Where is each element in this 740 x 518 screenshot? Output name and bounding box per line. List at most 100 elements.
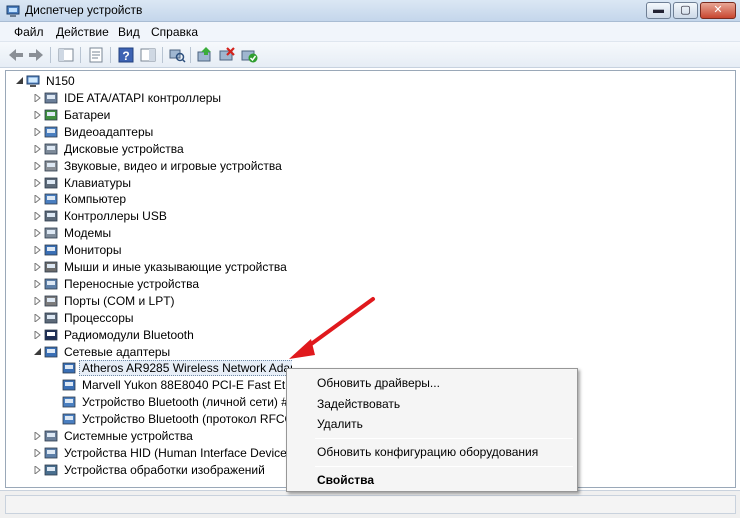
tree-category[interactable]: Компьютер [32, 191, 392, 207]
tree-category-label: Мыши и иные указывающие устройства [64, 260, 287, 274]
context-separator [315, 466, 573, 467]
sound-device-icon [44, 160, 58, 171]
update-driver-icon[interactable] [196, 46, 214, 64]
expand-arrow-icon[interactable] [34, 144, 41, 153]
collapse-arrow-icon[interactable] [34, 347, 41, 356]
bluetooth-icon [44, 329, 58, 340]
expand-arrow-icon[interactable] [34, 246, 41, 255]
context-properties[interactable]: Свойства [317, 473, 374, 487]
forward-arrow-icon[interactable] [27, 46, 45, 64]
menu-help[interactable]: Справка [151, 25, 198, 39]
network-adapter-item[interactable]: Atheros AR9285 Wireless Network Adapter [62, 360, 292, 377]
tree-category-label: Устройства HID (Human Interface Devices) [64, 445, 297, 460]
monitor-icon [44, 244, 58, 256]
status-cell [5, 495, 736, 514]
context-update-drivers[interactable]: Обновить драйверы... [317, 376, 440, 390]
toolbar-separator [162, 47, 163, 63]
expand-arrow-icon[interactable] [34, 127, 41, 136]
enable-device-icon[interactable] [240, 46, 258, 64]
tree-category[interactable]: Модемы [32, 225, 392, 241]
scan-hardware-icon[interactable] [168, 46, 186, 64]
tree-category-label: IDE ATA/ATAPI контроллеры [64, 91, 222, 105]
hid-icon [44, 447, 58, 459]
annotation-arrow-icon [289, 297, 375, 359]
help-icon[interactable]: ? [117, 46, 135, 64]
expand-arrow-icon[interactable] [34, 212, 41, 221]
processor-icon [44, 312, 58, 324]
tree-category[interactable]: Переносные устройства [32, 276, 392, 292]
tree-category[interactable]: Звуковые, видео и игровые устройства [32, 158, 392, 174]
tree-category-label: Клавиатуры [64, 175, 131, 190]
svg-text:?: ? [122, 49, 129, 63]
context-enable[interactable]: Задействовать [317, 397, 400, 411]
expand-arrow-icon[interactable] [34, 296, 41, 305]
tree-category-label: Мониторы [64, 243, 122, 258]
tree-category[interactable]: Дисковые устройства [32, 141, 392, 157]
collapse-arrow-icon[interactable] [16, 77, 23, 85]
expand-arrow-icon[interactable] [34, 448, 41, 457]
menu-bar: Файл Действие Вид Справка [0, 22, 740, 42]
close-button[interactable]: ✕ [700, 2, 736, 19]
display-adapter-icon [44, 126, 58, 138]
expand-arrow-icon[interactable] [34, 313, 41, 322]
tree-category-label: Процессоры [64, 310, 134, 325]
expand-arrow-icon[interactable] [34, 110, 41, 119]
tree-category[interactable]: Клавиатуры [32, 175, 392, 191]
tree-category[interactable]: Контроллеры USB [32, 208, 392, 224]
action-pane-icon[interactable] [139, 46, 157, 64]
toolbar-separator [110, 47, 111, 63]
mouse-icon [44, 261, 58, 273]
tree-category[interactable]: Мониторы [32, 242, 392, 258]
tree-category[interactable]: Батареи [32, 107, 392, 123]
disk-drive-icon [44, 143, 58, 155]
modem-icon [44, 227, 58, 239]
menu-view[interactable]: Вид [118, 25, 140, 39]
tree-root[interactable]: N150 [12, 73, 212, 89]
back-arrow-icon[interactable] [7, 46, 25, 64]
uninstall-device-icon[interactable] [218, 46, 236, 64]
tree-root-label: N150 [46, 74, 75, 88]
tree-category[interactable]: IDE ATA/ATAPI контроллеры [32, 90, 392, 106]
show-hide-console-icon[interactable] [57, 46, 75, 64]
context-scan-hardware[interactable]: Обновить конфигурацию оборудования [317, 445, 538, 459]
expand-arrow-icon[interactable] [34, 263, 41, 271]
portable-device-icon [44, 278, 58, 290]
port-icon [44, 295, 58, 307]
expand-arrow-icon[interactable] [34, 432, 41, 440]
toolbar: ? [0, 42, 740, 68]
computer-icon [44, 193, 58, 205]
context-uninstall[interactable]: Удалить [317, 417, 363, 431]
properties-icon[interactable] [87, 46, 105, 64]
network-adapter-item[interactable]: Устройство Bluetooth (протокол RFCOM [62, 411, 292, 427]
network-card-icon [62, 362, 76, 374]
context-separator [315, 438, 573, 439]
status-bar [0, 490, 740, 518]
tree-category-label: Компьютер [64, 192, 127, 207]
expand-arrow-icon[interactable] [34, 229, 41, 238]
expand-arrow-icon[interactable] [34, 330, 41, 339]
tree-category-label: Сетевые адаптеры [64, 344, 171, 359]
menu-action[interactable]: Действие [56, 25, 109, 39]
tree-category[interactable]: Видеоадаптеры [32, 124, 392, 140]
toolbar-separator [50, 47, 51, 63]
expand-arrow-icon[interactable] [34, 94, 41, 102]
expand-arrow-icon[interactable] [34, 178, 41, 187]
tree-category-label: Звуковые, видео и игровые устройства [64, 158, 282, 173]
expand-arrow-icon[interactable] [34, 195, 41, 204]
expand-arrow-icon[interactable] [34, 161, 41, 170]
network-card-icon [62, 379, 76, 391]
network-adapter-label: Устройство Bluetooth (личной сети) #4 [82, 395, 292, 410]
network-adapter-item[interactable]: Marvell Yukon 88E8040 PCI-E Fast Etherne [62, 377, 292, 393]
menu-file[interactable]: Файл [14, 25, 44, 39]
tree-category-label: Батареи [64, 107, 111, 122]
tree-category[interactable]: Мыши и иные указывающие устройства [32, 259, 392, 275]
window-title: Диспетчер устройств [25, 3, 143, 17]
expand-arrow-icon[interactable] [34, 279, 41, 288]
maximize-button[interactable]: ▢ [673, 2, 698, 19]
toolbar-separator [80, 47, 81, 63]
battery-icon [44, 109, 58, 121]
keyboard-icon [44, 177, 58, 188]
network-adapter-item[interactable]: Устройство Bluetooth (личной сети) #4 [62, 394, 292, 410]
expand-arrow-icon[interactable] [34, 465, 41, 474]
minimize-button[interactable]: ▬ [646, 2, 671, 19]
